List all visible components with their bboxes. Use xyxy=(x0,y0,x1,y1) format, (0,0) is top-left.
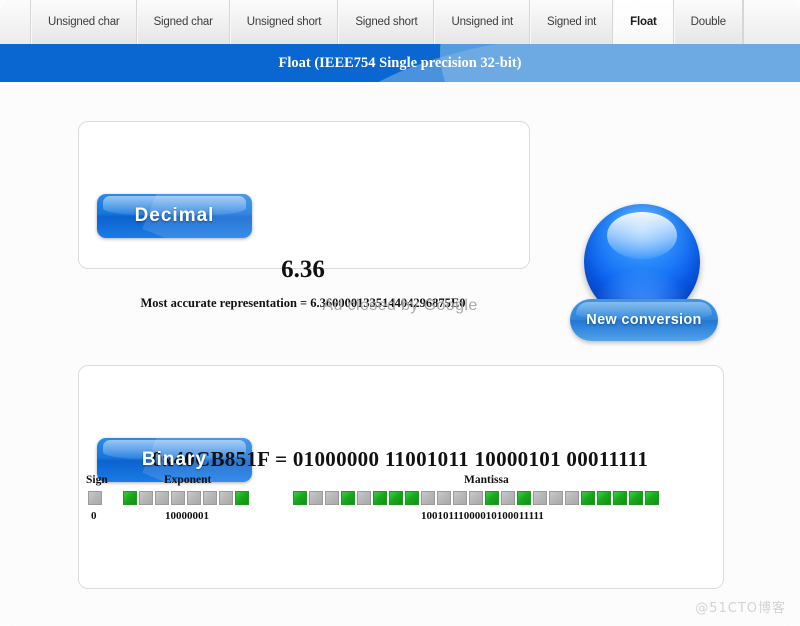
mantissa-bit-11[interactable] xyxy=(469,491,483,505)
mantissa-bit-5[interactable] xyxy=(373,491,387,505)
sign-bit-row[interactable] xyxy=(88,491,102,505)
exponent-bit-5[interactable] xyxy=(203,491,217,505)
sphere-highlight xyxy=(607,212,677,258)
mantissa-bit-8[interactable] xyxy=(421,491,435,505)
tab-unsigned-char[interactable]: Unsigned char xyxy=(31,0,137,44)
tab-signed-int[interactable]: Signed int xyxy=(530,0,613,44)
app-shell: Unsigned char Signed char Unsigned short… xyxy=(0,0,800,626)
page-title: Float (IEEE754 Single precision 32-bit) xyxy=(0,44,800,82)
mantissa-bit-17[interactable] xyxy=(565,491,579,505)
exponent-bit-row[interactable] xyxy=(123,491,249,505)
mantissa-bit-14[interactable] xyxy=(517,491,531,505)
tab-double[interactable]: Double xyxy=(674,0,743,44)
watermark: @51CTO博客 xyxy=(695,597,786,616)
exponent-bit-4[interactable] xyxy=(187,491,201,505)
exponent-bit-2[interactable] xyxy=(155,491,169,505)
mantissa-bit-18[interactable] xyxy=(581,491,595,505)
sign-bit-0[interactable] xyxy=(88,491,102,505)
mantissa-field-label: Mantissa xyxy=(464,474,509,486)
mantissa-bit-12[interactable] xyxy=(485,491,499,505)
new-conversion-label: New conversion xyxy=(586,312,701,328)
mantissa-bit-0[interactable] xyxy=(293,491,307,505)
tab-signed-short[interactable]: Signed short xyxy=(338,0,434,44)
exponent-bits-text: 10000001 xyxy=(165,510,209,522)
mantissa-bit-13[interactable] xyxy=(501,491,515,505)
mantissa-bit-9[interactable] xyxy=(437,491,451,505)
tab-label: Double xyxy=(691,16,726,28)
mantissa-bit-6[interactable] xyxy=(389,491,403,505)
mantissa-bits-text: 10010111000010100011111 xyxy=(421,510,544,522)
mantissa-bit-20[interactable] xyxy=(613,491,627,505)
mantissa-bit-15[interactable] xyxy=(533,491,547,505)
conversion-page: Unsigned char Signed char Unsigned short… xyxy=(0,0,800,626)
mantissa-bit-22[interactable] xyxy=(645,491,659,505)
page-content: Decimal 6.36 Most accurate representatio… xyxy=(0,82,800,626)
tab-label: Unsigned int xyxy=(451,16,513,28)
tab-unsigned-int[interactable]: Unsigned int xyxy=(434,0,530,44)
exponent-bit-3[interactable] xyxy=(171,491,185,505)
tab-signed-char[interactable]: Signed char xyxy=(137,0,230,44)
tab-label: Float xyxy=(630,16,656,28)
mantissa-bit-3[interactable] xyxy=(341,491,355,505)
new-conversion-button[interactable]: New conversion xyxy=(570,204,718,344)
mantissa-bit-row[interactable] xyxy=(293,491,659,505)
mantissa-bit-21[interactable] xyxy=(629,491,643,505)
tab-label: Unsigned short xyxy=(247,16,322,28)
tab-label: Signed short xyxy=(355,16,417,28)
mantissa-bit-2[interactable] xyxy=(325,491,339,505)
page-header-band: Float (IEEE754 Single precision 32-bit) xyxy=(0,44,800,82)
mantissa-bit-10[interactable] xyxy=(453,491,467,505)
mantissa-bit-16[interactable] xyxy=(549,491,563,505)
tab-label: Signed int xyxy=(547,16,596,28)
tab-float[interactable]: Float xyxy=(613,0,673,44)
mantissa-bit-1[interactable] xyxy=(309,491,323,505)
exponent-bit-1[interactable] xyxy=(139,491,153,505)
sign-field-label: Sign xyxy=(86,474,108,486)
exponent-bit-6[interactable] xyxy=(219,491,233,505)
type-tab-bar: Unsigned char Signed char Unsigned short… xyxy=(0,0,800,44)
mantissa-bit-19[interactable] xyxy=(597,491,611,505)
tab-unsigned-short[interactable]: Unsigned short xyxy=(230,0,339,44)
exponent-field-label: Exponent xyxy=(164,474,211,486)
decimal-badge-label: Decimal xyxy=(135,205,215,227)
decimal-value: 6.36 xyxy=(78,256,528,284)
exponent-bit-7[interactable] xyxy=(235,491,249,505)
binary-badge-label: Binary xyxy=(142,449,207,471)
decimal-panel-badge: Decimal xyxy=(97,194,252,238)
bit-fields-area: Sign 0 Exponent 10000001 Mantissa 100101… xyxy=(78,474,722,544)
tab-bar-right-edge xyxy=(743,0,800,44)
mantissa-bit-4[interactable] xyxy=(357,491,371,505)
mantissa-bit-7[interactable] xyxy=(405,491,419,505)
exponent-bit-0[interactable] xyxy=(123,491,137,505)
tab-label: Unsigned char xyxy=(48,16,120,28)
sign-bits-text: 0 xyxy=(91,510,97,522)
tab-bar-left-edge xyxy=(0,0,31,44)
tab-label: Signed char xyxy=(154,16,213,28)
